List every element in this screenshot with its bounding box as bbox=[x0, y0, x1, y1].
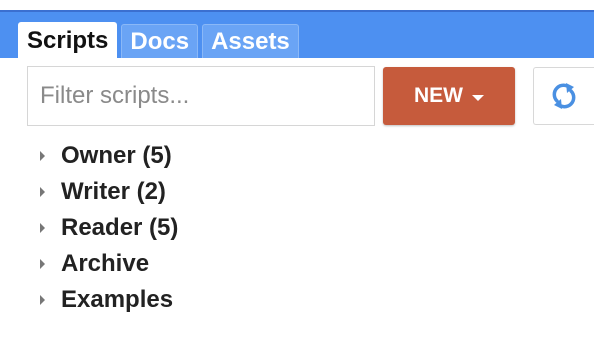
tree-item-writer[interactable]: Writer (2) bbox=[40, 174, 178, 210]
expand-arrow-icon[interactable] bbox=[40, 187, 45, 197]
tree-item-owner[interactable]: Owner (5) bbox=[40, 138, 178, 174]
tree-item-reader[interactable]: Reader (5) bbox=[40, 210, 178, 246]
expand-arrow-icon[interactable] bbox=[40, 295, 45, 305]
new-button[interactable]: NEW bbox=[383, 67, 515, 125]
expand-arrow-icon[interactable] bbox=[40, 151, 45, 161]
expand-arrow-icon[interactable] bbox=[40, 259, 45, 269]
filter-field[interactable] bbox=[27, 66, 375, 126]
tab-assets[interactable]: Assets bbox=[202, 24, 299, 58]
tab-bar: Scripts Docs Assets bbox=[0, 10, 594, 58]
tree-item-label: Archive bbox=[61, 250, 150, 277]
tab-list: Scripts Docs Assets bbox=[18, 22, 303, 58]
tree-item-label: Writer (2) bbox=[61, 178, 166, 205]
tree-item-archive[interactable]: Archive bbox=[40, 246, 178, 282]
refresh-icon bbox=[552, 83, 576, 109]
tree-item-label: Owner (5) bbox=[61, 142, 172, 169]
expand-arrow-icon[interactable] bbox=[40, 223, 45, 233]
filter-scripts-input[interactable] bbox=[38, 81, 374, 111]
caret-down-icon bbox=[472, 94, 484, 101]
tree-item-label: Examples bbox=[61, 286, 174, 313]
script-folder-tree: Owner (5) Writer (2) Reader (5) Archive … bbox=[40, 138, 178, 318]
tab-docs[interactable]: Docs bbox=[121, 24, 199, 58]
new-button-label: NEW bbox=[414, 84, 463, 107]
tab-scripts[interactable]: Scripts bbox=[18, 22, 118, 58]
tree-item-examples[interactable]: Examples bbox=[40, 282, 178, 318]
scripts-panel: Scripts Docs Assets NEW Owner (5) Writer… bbox=[0, 0, 594, 339]
refresh-button[interactable] bbox=[533, 67, 594, 125]
tree-item-label: Reader (5) bbox=[61, 214, 179, 241]
